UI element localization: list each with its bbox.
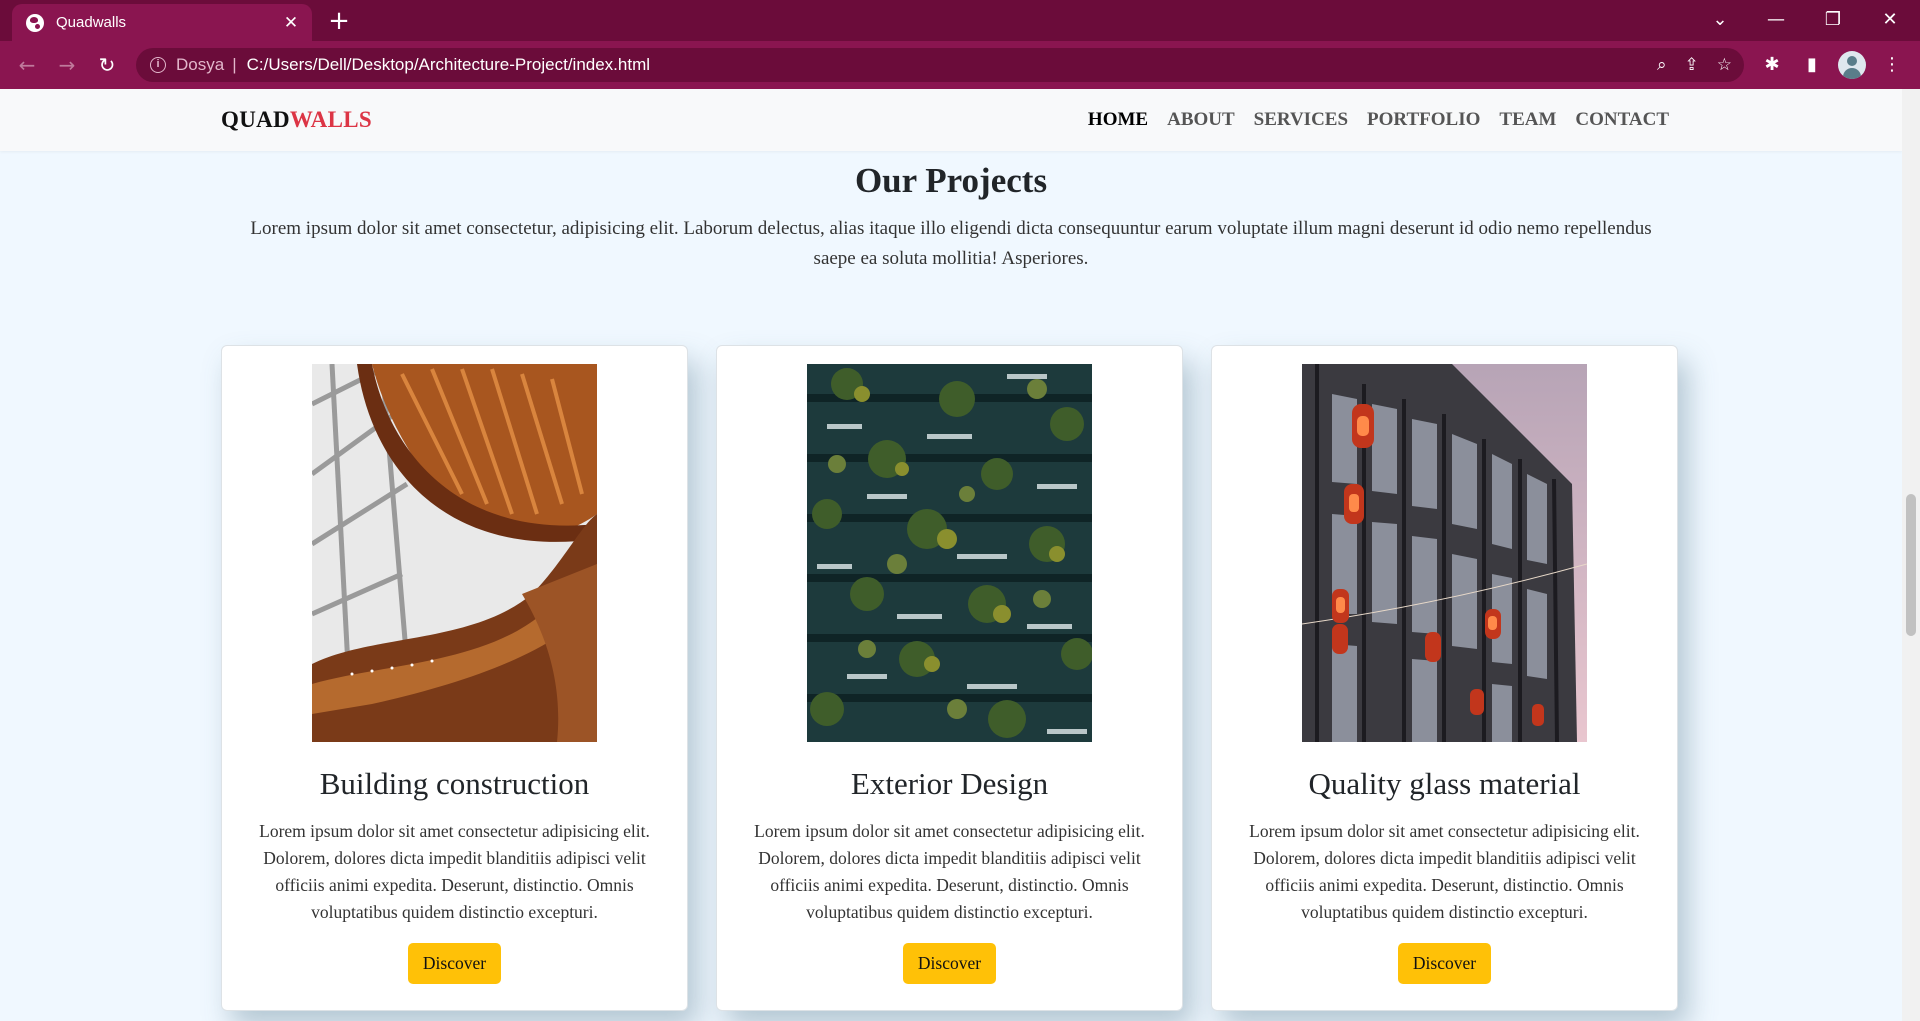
new-tab-button[interactable]: + xyxy=(324,6,354,36)
nav-link-team[interactable]: TEAM xyxy=(1499,109,1556,131)
page-scrollbar[interactable] xyxy=(1902,89,1920,1021)
discover-button[interactable]: Discover xyxy=(903,943,996,984)
glass-building-image xyxy=(1302,364,1587,742)
brand-logo[interactable]: QUADWALLS xyxy=(221,107,372,133)
restore-button[interactable]: ❐ xyxy=(1813,6,1853,34)
nav-menu: HOME ABOUT SERVICES PORTFOLIO TEAM CONTA… xyxy=(1088,109,1669,131)
card-title: Quality glass material xyxy=(1308,766,1581,801)
nav-link-services[interactable]: SERVICES xyxy=(1254,109,1348,131)
discover-button[interactable]: Discover xyxy=(1398,943,1491,984)
globe-icon xyxy=(26,13,44,32)
card-text: Lorem ipsum dolor sit amet consectetur a… xyxy=(259,821,650,922)
browser-tab[interactable]: Quadwalls ✕ xyxy=(12,4,312,41)
card-title: Exterior Design xyxy=(850,766,1049,801)
nav-link-portfolio[interactable]: PORTFOLIO xyxy=(1367,109,1480,131)
card-text: Lorem ipsum dolor sit amet consectetur a… xyxy=(1249,821,1640,922)
browser-tab-strip: Quadwalls ✕ + ⌄ — ❐ ✕ xyxy=(0,0,1920,41)
tab-search-icon[interactable]: ⌄ xyxy=(1700,6,1740,34)
card-text: Lorem ipsum dolor sit amet consectetur a… xyxy=(754,821,1145,922)
tab-title: Quadwalls xyxy=(56,14,127,31)
browser-menu-icon[interactable]: ⋮ xyxy=(1876,49,1908,81)
scrollbar-thumb[interactable] xyxy=(1906,494,1916,636)
project-card: Exterior Design Lorem ipsum dolor sit am… xyxy=(716,345,1183,1011)
vertical-forest-image xyxy=(807,364,1092,742)
brand-part-quad: QUAD xyxy=(221,107,290,132)
reload-icon[interactable]: ↻ xyxy=(91,49,123,81)
extensions-icon[interactable]: ✱ xyxy=(1756,49,1788,81)
bookmark-star-icon[interactable]: ☆ xyxy=(1717,55,1732,75)
nav-link-about[interactable]: ABOUT xyxy=(1167,109,1235,131)
card-title: Building construction xyxy=(319,766,590,801)
address-scheme: Dosya xyxy=(176,55,225,74)
discover-button[interactable]: Discover xyxy=(408,943,501,984)
project-card: Quality glass material Lorem ipsum dolor… xyxy=(1211,345,1678,1011)
zoom-icon[interactable]: ⌕ xyxy=(1657,55,1667,75)
share-icon[interactable]: ⇪ xyxy=(1685,55,1699,75)
address-separator: | xyxy=(232,55,237,74)
forward-icon[interactable]: → xyxy=(51,49,83,81)
brand-part-walls: WALLS xyxy=(289,107,372,132)
projects-heading: Our Projects xyxy=(854,161,1048,200)
nav-link-contact[interactable]: CONTACT xyxy=(1575,109,1669,131)
address-actions: ⌕ ⇪ ☆ xyxy=(1657,48,1732,82)
profile-avatar[interactable] xyxy=(1838,51,1866,79)
close-window-button[interactable]: ✕ xyxy=(1870,6,1910,34)
info-icon[interactable]: i xyxy=(150,57,166,73)
address-url[interactable]: C:/Users/Dell/Desktop/Architecture-Proje… xyxy=(247,55,650,75)
browser-toolbar: ← → ↻ i Dosya | C:/Users/Dell/Desktop/Ar… xyxy=(0,41,1920,89)
projects-description: Lorem ipsum dolor sit amet consectetur, … xyxy=(250,218,1652,269)
close-tab-icon[interactable]: ✕ xyxy=(280,13,302,33)
back-icon[interactable]: ← xyxy=(11,49,43,81)
minimize-button[interactable]: — xyxy=(1756,6,1796,34)
nav-link-home[interactable]: HOME xyxy=(1088,109,1148,131)
spiral-staircase-image xyxy=(312,364,597,742)
side-panel-icon[interactable]: ▮ xyxy=(1796,49,1828,81)
address-bar[interactable]: i Dosya | C:/Users/Dell/Desktop/Architec… xyxy=(136,48,1744,82)
site-navbar: QUADWALLS HOME ABOUT SERVICES PORTFOLIO … xyxy=(0,89,1902,151)
page-viewport: QUADWALLS HOME ABOUT SERVICES PORTFOLIO … xyxy=(0,89,1902,1021)
project-card: Building construction Lorem ipsum dolor … xyxy=(221,345,688,1011)
